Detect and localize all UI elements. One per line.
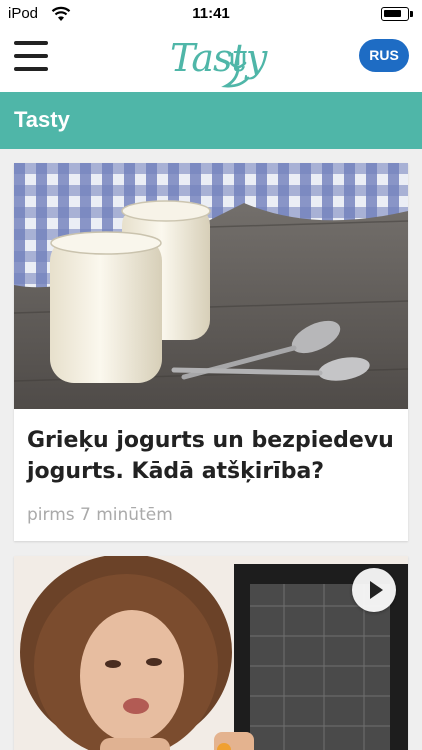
app-header: Tasty RUS bbox=[0, 28, 422, 92]
article-timestamp: pirms 7 minūtēm bbox=[27, 505, 173, 525]
article-card[interactable] bbox=[14, 556, 408, 750]
woman-oven-photo bbox=[14, 556, 408, 750]
article-image[interactable] bbox=[14, 556, 408, 750]
yogurt-photo bbox=[14, 163, 408, 409]
app-screen: iPod 11:41 Tasty RUS Tasty Grieķu jogurt… bbox=[0, 0, 422, 750]
video-play-button[interactable] bbox=[352, 568, 396, 612]
article-card[interactable]: Grieķu jogurts un bezpiedevu jogurts. Kā… bbox=[14, 163, 408, 541]
tasty-logo[interactable]: Tasty bbox=[158, 32, 267, 90]
article-title[interactable]: Grieķu jogurts un bezpiedevu jogurts. Kā… bbox=[27, 425, 397, 487]
fork-icon bbox=[221, 52, 250, 88]
article-image[interactable] bbox=[14, 163, 408, 409]
menu-icon[interactable] bbox=[12, 40, 50, 74]
status-bar: iPod 11:41 bbox=[0, 0, 422, 28]
battery-icon bbox=[381, 7, 413, 21]
language-button[interactable]: RUS bbox=[359, 39, 409, 72]
section-bar: Tasty bbox=[0, 92, 422, 149]
section-title: Tasty bbox=[14, 107, 70, 132]
clock: 11:41 bbox=[192, 5, 230, 22]
play-icon bbox=[370, 581, 383, 599]
